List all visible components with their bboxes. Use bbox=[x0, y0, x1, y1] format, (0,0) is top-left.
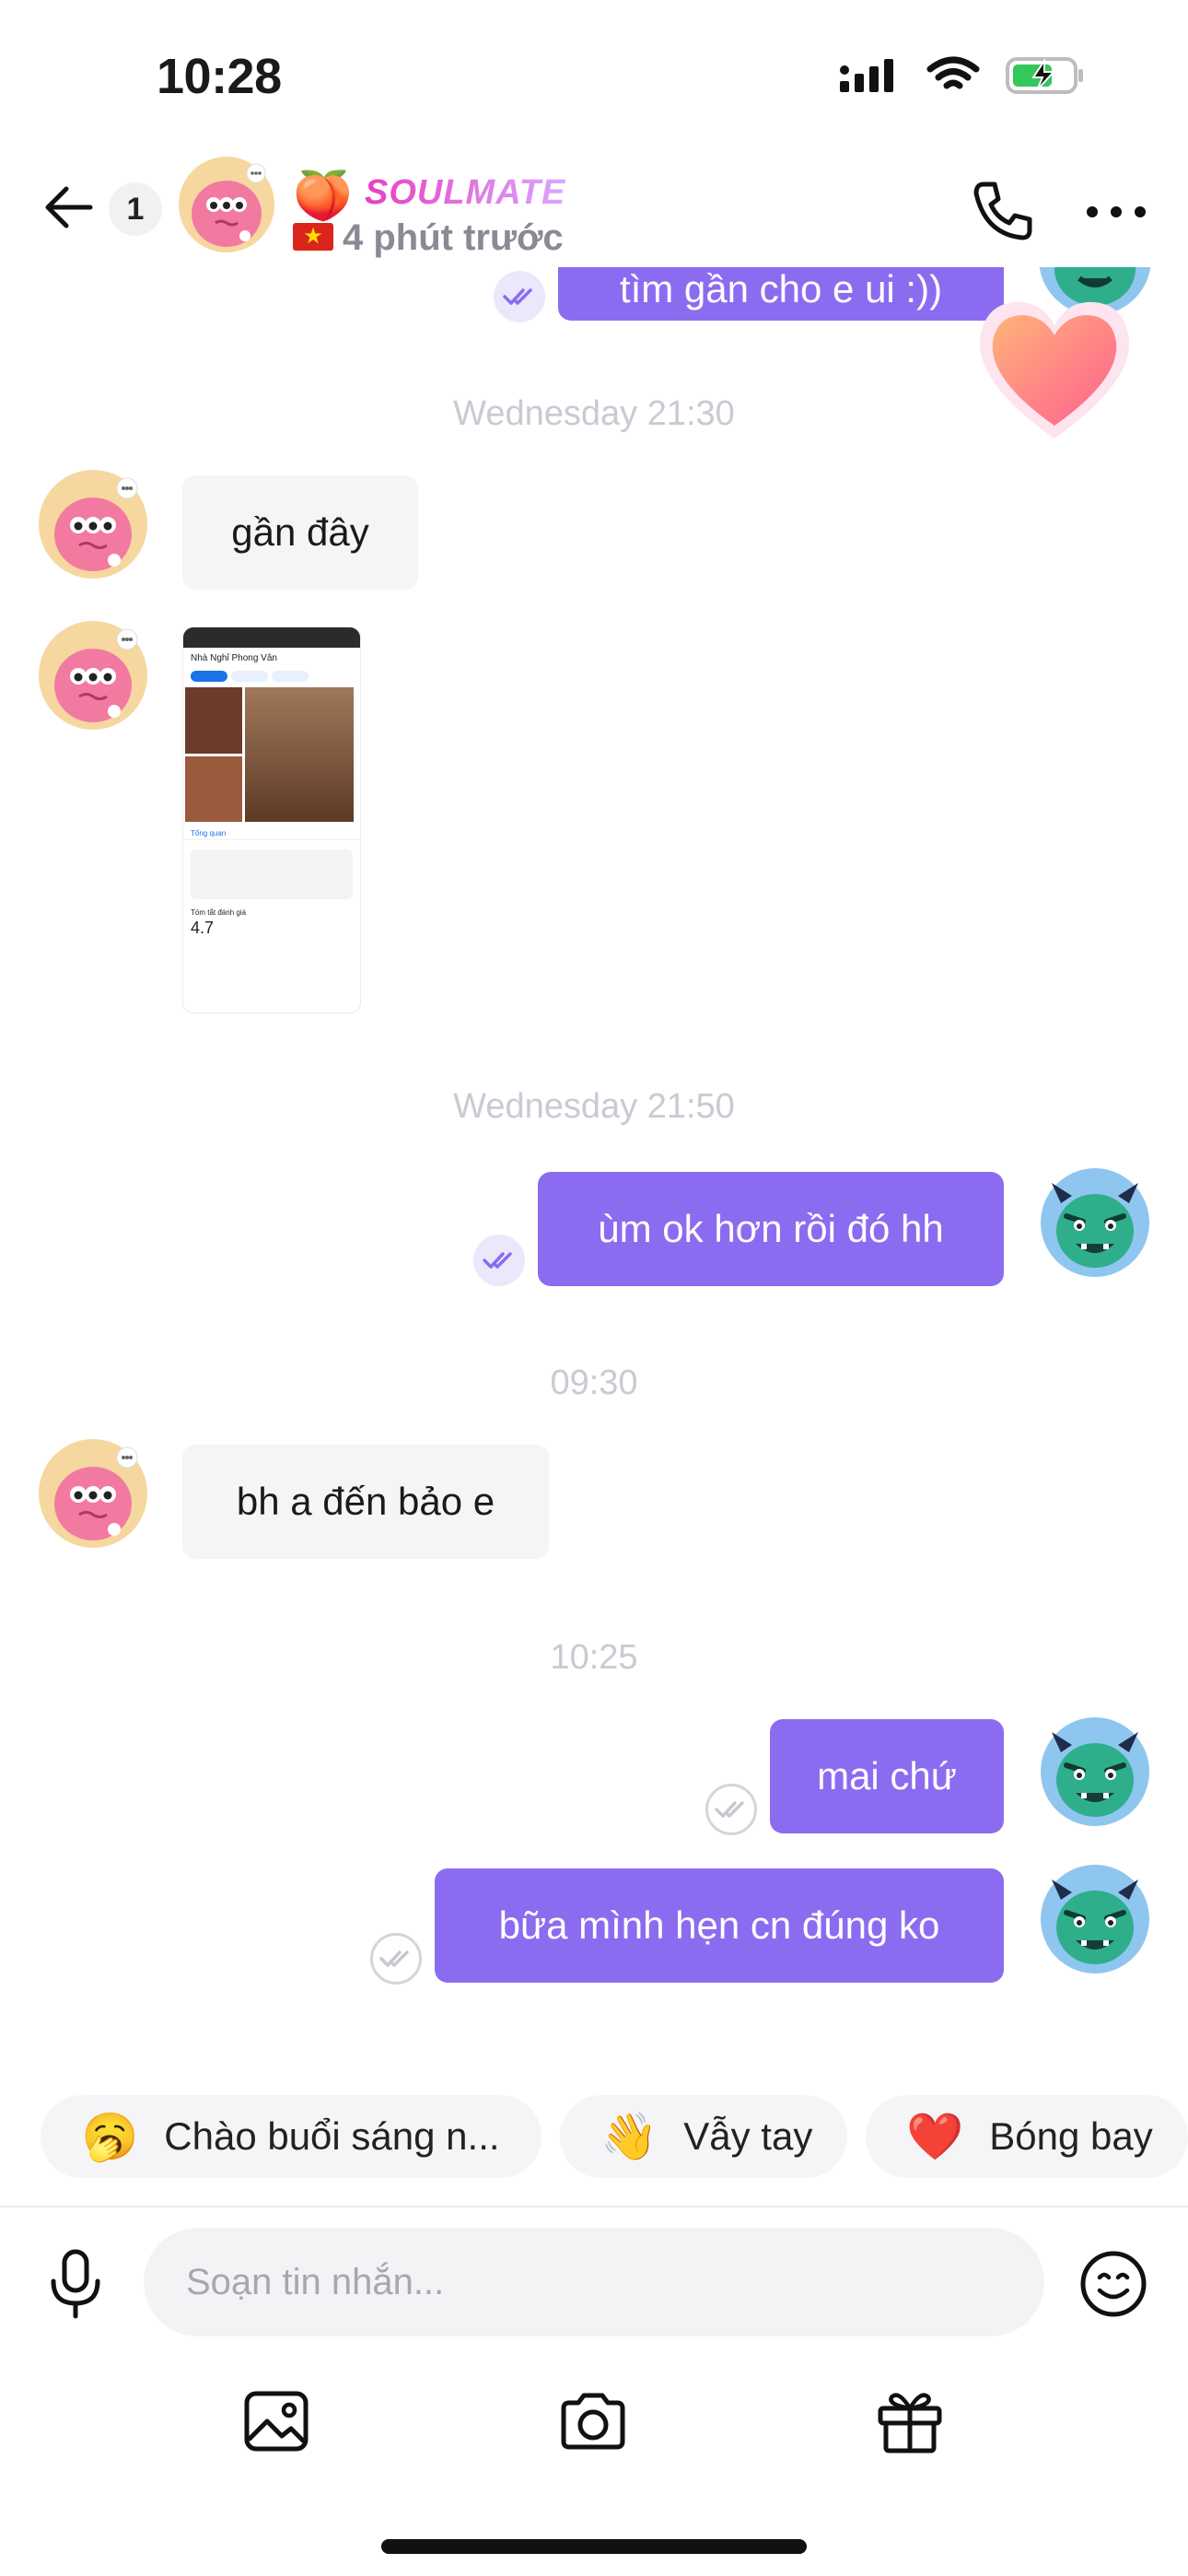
camera-button[interactable] bbox=[556, 2384, 630, 2458]
double-check-icon bbox=[370, 1933, 422, 1985]
contact-avatar[interactable] bbox=[37, 468, 149, 580]
timestamp: Wednesday 21:30 bbox=[453, 394, 735, 433]
more-icon bbox=[1087, 206, 1146, 217]
unread-badge: 1 bbox=[109, 182, 162, 236]
mic-icon bbox=[51, 2249, 100, 2319]
suggestion-chip-balloon[interactable]: ❤️ Bóng bay bbox=[866, 2095, 1188, 2178]
signal-icon bbox=[840, 59, 893, 92]
gallery-button[interactable] bbox=[239, 2384, 313, 2458]
wave-emoji-icon: 👋 bbox=[600, 2110, 658, 2162]
shared-image-message[interactable]: Nhà Nghỉ Phong Vân Tổng quan Tóm tắt đán… bbox=[182, 626, 361, 1013]
double-check-icon bbox=[705, 1784, 757, 1835]
vietnam-flag-icon: ★ bbox=[293, 223, 333, 251]
divider bbox=[0, 2206, 1188, 2207]
gift-button[interactable] bbox=[873, 2384, 947, 2458]
timestamp: 10:25 bbox=[550, 1638, 638, 1677]
my-avatar[interactable] bbox=[1039, 1166, 1151, 1279]
gift-icon bbox=[878, 2393, 942, 2453]
message-bubble-outgoing[interactable]: ùm ok hơn rồi đó hh bbox=[538, 1172, 1004, 1286]
message-bubble-outgoing[interactable]: mai chứ bbox=[770, 1719, 1004, 1833]
message-bubble-incoming[interactable]: bh a đến bảo e bbox=[182, 1445, 549, 1559]
timestamp: Wednesday 21:50 bbox=[453, 1087, 735, 1126]
status-icons bbox=[838, 55, 1085, 96]
status-time: 10:28 bbox=[157, 49, 282, 104]
double-check-icon bbox=[473, 1235, 525, 1286]
my-avatar[interactable] bbox=[1039, 1715, 1151, 1828]
message-bubble-outgoing[interactable]: bữa mình hẹn cn đúng ko bbox=[435, 1868, 1004, 1983]
phone-icon bbox=[973, 181, 1032, 240]
contact-avatar[interactable] bbox=[37, 1437, 149, 1550]
back-button[interactable] bbox=[39, 180, 103, 235]
suggestion-chip-good-morning[interactable]: 🥱 Chào buổi sáng n... bbox=[41, 2095, 542, 2178]
yawn-emoji-icon: 🥱 bbox=[81, 2110, 139, 2162]
app-brand: SOULMATE bbox=[365, 173, 566, 212]
place-rating: 4.7 bbox=[191, 919, 215, 937]
place-name: Nhà Nghỉ Phong Vân bbox=[191, 653, 277, 663]
voice-message-button[interactable] bbox=[42, 2246, 109, 2320]
emoji-icon bbox=[1080, 2251, 1147, 2317]
my-avatar[interactable] bbox=[1039, 1863, 1151, 1975]
contact-avatar[interactable] bbox=[177, 155, 276, 254]
emoji-picker-button[interactable] bbox=[1077, 2248, 1149, 2320]
camera-icon bbox=[561, 2393, 625, 2450]
battery-charging-icon bbox=[1006, 57, 1083, 94]
more-options-button[interactable] bbox=[1079, 184, 1153, 240]
call-button[interactable] bbox=[965, 175, 1039, 249]
peach-emoji: 🍑 bbox=[293, 170, 353, 223]
heart-emoji-icon: ❤️ bbox=[906, 2110, 964, 2162]
last-seen-status: 4 phút trước bbox=[343, 217, 564, 258]
wifi-icon bbox=[926, 56, 980, 89]
home-indicator bbox=[381, 2539, 807, 2554]
image-icon bbox=[244, 2391, 309, 2452]
reviews-summary: Tóm tắt đánh giá bbox=[191, 908, 247, 917]
timestamp: 09:30 bbox=[550, 1364, 638, 1402]
contact-avatar[interactable] bbox=[37, 619, 149, 732]
tab-overview: Tổng quan bbox=[183, 822, 360, 840]
suggestion-chip-wave[interactable]: 👋 Vẫy tay bbox=[560, 2095, 847, 2178]
back-arrow-icon bbox=[45, 186, 93, 228]
message-bubble-incoming[interactable]: gần đây bbox=[182, 475, 418, 590]
message-input[interactable]: Soạn tin nhắn... bbox=[144, 2228, 1044, 2336]
double-check-icon bbox=[494, 271, 545, 322]
